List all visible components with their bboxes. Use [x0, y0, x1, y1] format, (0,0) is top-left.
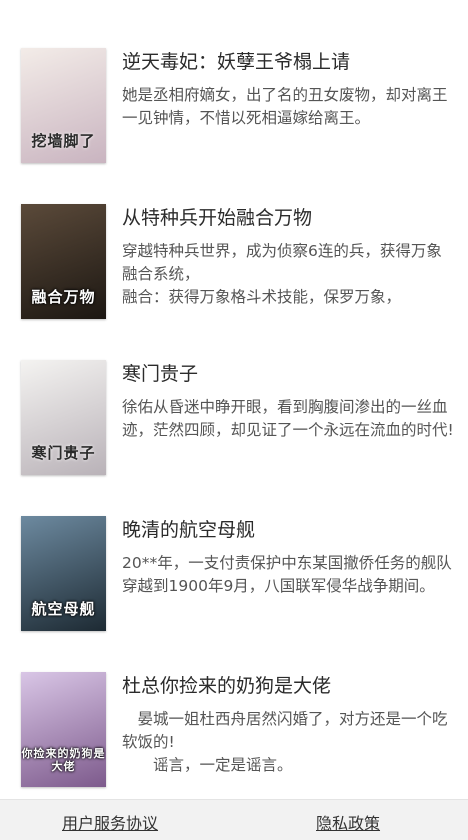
book-description: 徐佑从昏迷中睁开眼，看到胸腹间渗出的一丝血迹，茫然四顾，却见证了一个永远在流血的… — [122, 398, 454, 439]
book-title[interactable]: 从特种兵开始融合万物 — [122, 206, 454, 230]
book-info: 寒门贵子 徐佑从昏迷中睁开眼，看到胸腹间渗出的一丝血迹，茫然四顾，却见证了一个永… — [122, 360, 454, 442]
footer-bar: 用户服务协议 隐私政策 — [0, 799, 468, 840]
book-title[interactable]: 寒门贵子 — [122, 362, 454, 386]
book-title[interactable]: 杜总你捡来的奶狗是大佬 — [122, 674, 454, 698]
book-cover[interactable]: 挖墙脚了 — [21, 48, 106, 163]
book-cover[interactable]: 航空母舰 — [21, 516, 106, 631]
cover-title: 寒门贵子 — [31, 444, 96, 462]
book-item[interactable]: 寒门贵子 寒门贵子 徐佑从昏迷中睁开眼，看到胸腹间渗出的一丝血迹，茫然四顾，却见… — [0, 360, 468, 500]
book-cover[interactable]: 融合万物 — [21, 204, 106, 319]
book-description: 穿越特种兵世界，成为侦察6连的兵，获得万象融合系统， 融合：获得万象格斗术技能，… — [122, 242, 442, 306]
cover-title: 挖墙脚了 — [31, 132, 96, 150]
book-description: 她是丞相府嫡女，出了名的丑女废物，却对离王一见钟情，不惜以死相逼嫁给离王。 — [122, 86, 448, 127]
cover-title: 航空母舰 — [31, 600, 96, 618]
book-item[interactable]: 融合万物 从特种兵开始融合万物 穿越特种兵世界，成为侦察6连的兵，获得万象融合系… — [0, 204, 468, 344]
book-info: 逆天毒妃：妖孽王爷榻上请 她是丞相府嫡女，出了名的丑女废物，却对离王一见钟情，不… — [122, 48, 454, 130]
book-item[interactable]: 你捡来的奶狗是大佬 杜总你捡来的奶狗是大佬 晏城一姐杜西舟居然闪婚了，对方还是一… — [0, 672, 468, 812]
book-info: 杜总你捡来的奶狗是大佬 晏城一姐杜西舟居然闪婚了，对方还是一个吃软饭的! 谣言，… — [122, 672, 454, 777]
book-title[interactable]: 逆天毒妃：妖孽王爷榻上请 — [122, 50, 454, 74]
cover-title: 你捡来的奶狗是大佬 — [21, 747, 106, 773]
user-agreement-link[interactable]: 用户服务协议 — [62, 810, 158, 834]
book-list: 挖墙脚了 逆天毒妃：妖孽王爷榻上请 她是丞相府嫡女，出了名的丑女废物，却对离王一… — [0, 0, 468, 800]
book-info: 从特种兵开始融合万物 穿越特种兵世界，成为侦察6连的兵，获得万象融合系统， 融合… — [122, 204, 454, 309]
cover-title: 融合万物 — [31, 288, 96, 306]
book-item[interactable]: 航空母舰 晚清的航空母舰 20**年，一支付责保护中东某国撤侨任务的舰队穿越到1… — [0, 516, 468, 656]
book-title[interactable]: 晚清的航空母舰 — [122, 518, 454, 542]
book-item[interactable]: 挖墙脚了 逆天毒妃：妖孽王爷榻上请 她是丞相府嫡女，出了名的丑女废物，却对离王一… — [0, 48, 468, 188]
book-description: 20**年，一支付责保护中东某国撤侨任务的舰队穿越到1900年9月，八国联军侵华… — [122, 554, 452, 595]
book-info: 晚清的航空母舰 20**年，一支付责保护中东某国撤侨任务的舰队穿越到1900年9… — [122, 516, 454, 598]
book-cover[interactable]: 你捡来的奶狗是大佬 — [21, 672, 106, 787]
privacy-policy-link[interactable]: 隐私政策 — [316, 810, 380, 834]
book-cover[interactable]: 寒门贵子 — [21, 360, 106, 475]
book-description: 晏城一姐杜西舟居然闪婚了，对方还是一个吃软饭的! 谣言，一定是谣言。 — [122, 710, 448, 774]
